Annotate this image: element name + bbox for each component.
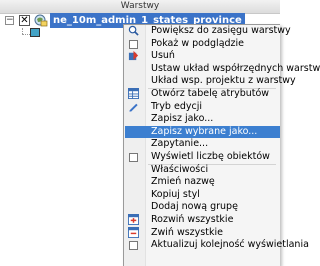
menu-item-label: Tryb edycji	[151, 100, 202, 112]
menu-item-label: Powiększ do zasięgu warstwy	[151, 25, 291, 36]
menu-item-project-crs-from-layer[interactable]: Układ wsp. projektu z warstwy	[125, 75, 296, 88]
menu-item-label: Kopiuj styl	[151, 188, 200, 200]
menu-item-label: Zapisz wybrane jako...	[151, 125, 258, 137]
menu-item-query[interactable]: Zapytanie...	[125, 138, 280, 151]
menu-item-toggle-editing[interactable]: Tryb edycji	[125, 101, 280, 114]
vector-layer-icon	[34, 14, 48, 27]
layer-context-menu-lower	[123, 215, 280, 266]
menu-item-rename[interactable]: Zmień nazwę	[125, 176, 280, 189]
menu-item-save-selection-as[interactable]: Zapisz wybrane jako...	[125, 125, 280, 139]
menu-item-label: Otwórz tabelę atrybutów	[151, 88, 270, 99]
menu-item-label: Dodaj nową grupę	[151, 201, 238, 213]
menu-item-show-in-overview[interactable]: Pokaż w podglądzie	[125, 38, 280, 51]
attribute-table-icon	[128, 88, 139, 99]
menu-item-label: Pokaż w podglądzie	[151, 37, 245, 49]
panel-title: Warstwy	[0, 0, 280, 14]
menu-item-set-layer-crs[interactable]: Ustaw układ współrzędnych warstwy	[125, 63, 320, 76]
menu-item-label: Układ wsp. projektu z warstwy	[151, 75, 296, 87]
pencil-icon	[129, 103, 138, 112]
checkbox-icon	[129, 39, 138, 49]
collapse-icon[interactable]: −	[5, 16, 14, 25]
menu-item-label: Ustaw układ współrzędnych warstwy	[151, 62, 320, 74]
menu-item-label: Usuń	[151, 50, 175, 62]
remove-layer-icon	[128, 51, 139, 61]
menu-item-show-feature-count[interactable]: Wyświetl liczbę obiektów	[125, 151, 280, 164]
menu-item-label: Zmień nazwę	[151, 176, 215, 188]
menu-item-open-attribute-table[interactable]: Otwórz tabelę atrybutów	[125, 88, 280, 101]
menu-item-remove[interactable]: Usuń	[125, 50, 280, 63]
menu-item-label: Zapytanie...	[151, 138, 209, 150]
menu-item-copy-style[interactable]: Kopiuj styl	[125, 189, 280, 202]
checkbox-icon	[129, 153, 138, 162]
legend-swatch	[30, 28, 40, 37]
menu-item-properties[interactable]: Właściwości	[125, 164, 280, 177]
menu-item-label: Wyświetl liczbę obiektów	[151, 151, 270, 162]
menu-item-save-as[interactable]: Zapisz jako...	[125, 113, 280, 126]
menu-item-label: Zapisz jako...	[151, 113, 214, 125]
zoom-to-layer-icon	[128, 25, 139, 36]
menu-item-add-group[interactable]: Dodaj nową grupę	[125, 201, 280, 214]
tree-connector	[22, 34, 30, 36]
menu-item-zoom-to-layer[interactable]: Powiększ do zasięgu warstwy	[125, 25, 291, 38]
layer-visibility-checkbox[interactable]: ✕	[19, 15, 30, 26]
menu-item-label: Właściwości	[151, 163, 209, 175]
